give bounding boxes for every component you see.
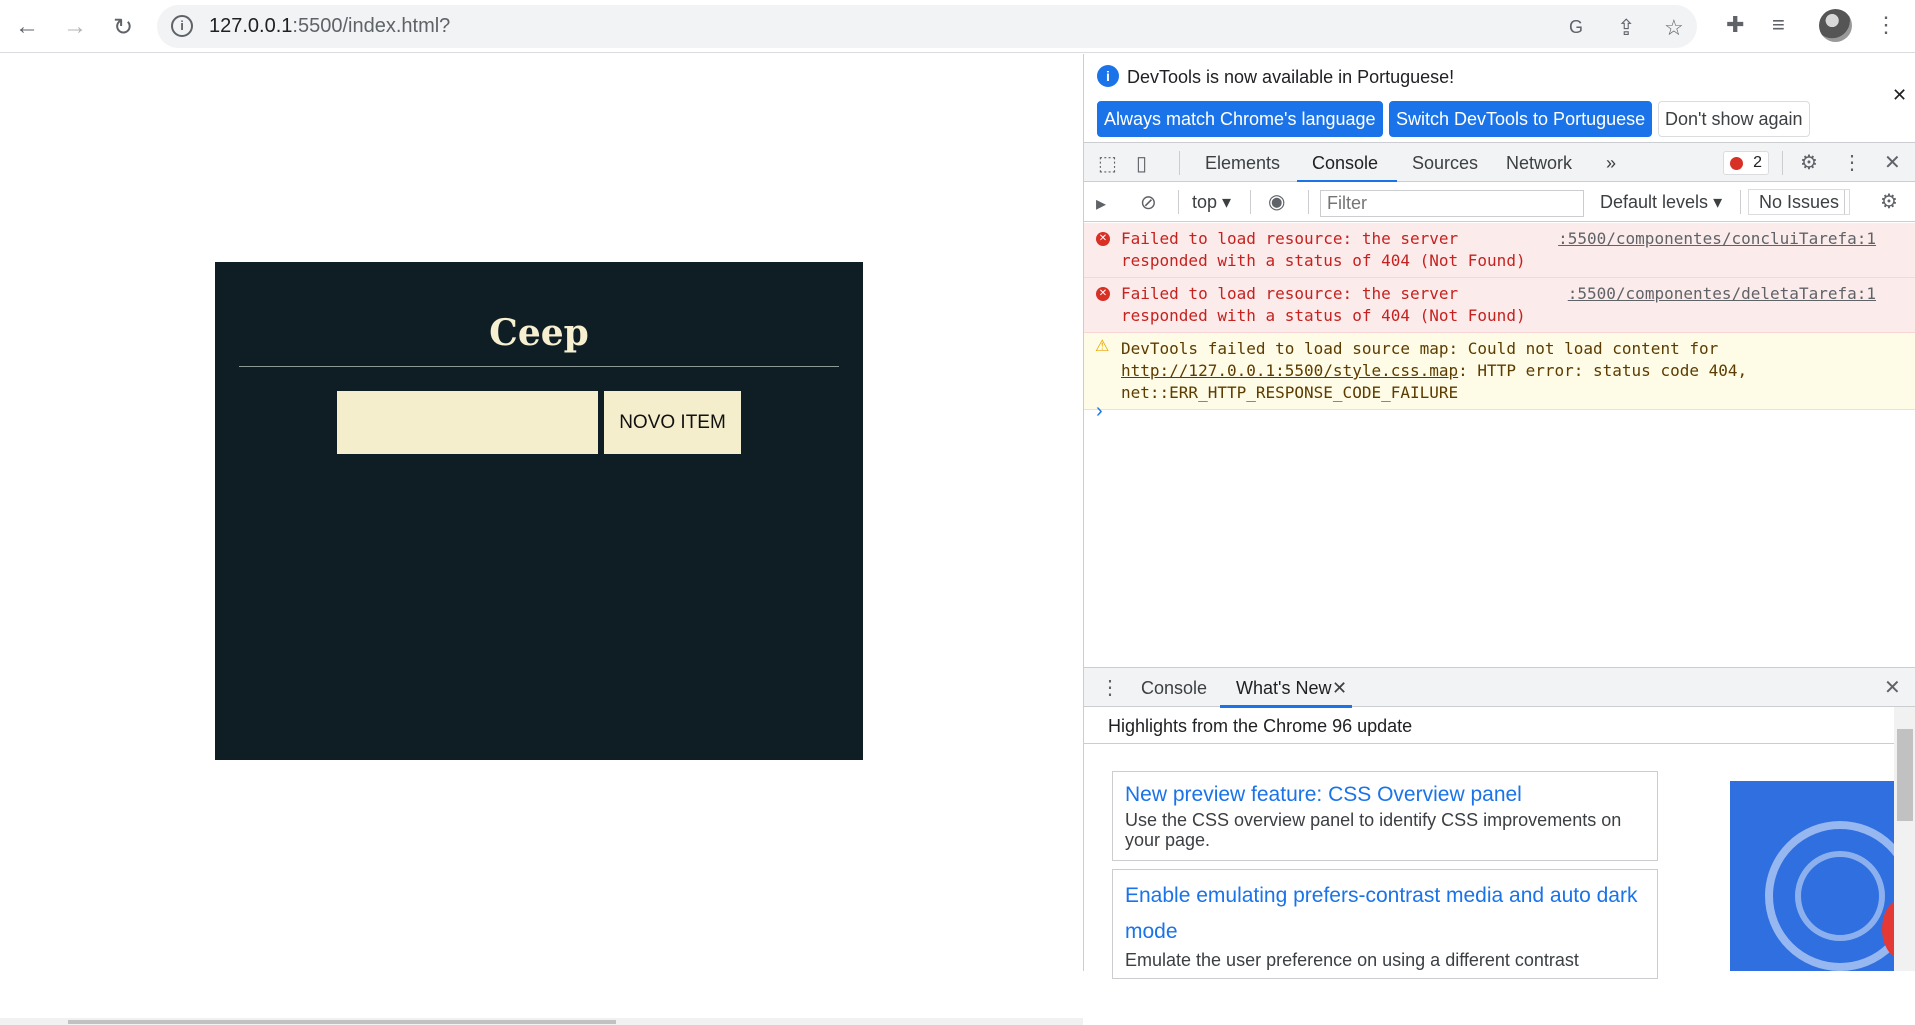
dont-show-again-button[interactable]: Don't show again	[1658, 101, 1810, 137]
separator	[1844, 190, 1845, 214]
close-drawer-icon[interactable]: ✕	[1884, 675, 1901, 700]
banner-message: DevTools is now available in Portuguese!	[1127, 67, 1455, 87]
scrollbar-thumb[interactable]	[1897, 729, 1913, 821]
error-dot-icon	[1730, 157, 1743, 170]
console-prompt-icon[interactable]: ›	[1096, 400, 1103, 423]
console-error-row: ✕ Failed to load resource: the server re…	[1084, 278, 1915, 333]
media-controls-icon[interactable]: ≡	[1772, 12, 1785, 38]
close-tab-icon[interactable]: ✕	[1332, 678, 1347, 699]
issues-button[interactable]: No Issues	[1748, 189, 1851, 215]
console-warning-row: ⚠ DevTools failed to load source map: Co…	[1084, 333, 1915, 410]
drawer-tab-whats-new[interactable]: What's New	[1236, 678, 1331, 699]
separator	[1178, 190, 1179, 214]
log-levels-dropdown[interactable]: Default levels ▾	[1600, 192, 1722, 213]
close-banner-icon[interactable]: ✕	[1892, 85, 1907, 106]
warning-text: DevTools failed to load source map: Coul…	[1121, 339, 1719, 358]
match-language-button[interactable]: Always match Chrome's language	[1097, 101, 1383, 137]
site-info-icon[interactable]: i	[171, 15, 193, 37]
close-devtools-icon[interactable]: ✕	[1884, 150, 1901, 175]
error-count-badge[interactable]: 2	[1723, 151, 1769, 175]
switch-portuguese-button[interactable]: Switch DevTools to Portuguese	[1389, 101, 1653, 137]
language-banner: i DevTools is now available in Portugues…	[1084, 54, 1915, 140]
console-messages: ✕ Failed to load resource: the server re…	[1084, 223, 1915, 410]
share-icon[interactable]: ⇪	[1617, 15, 1635, 41]
devtools-panel: i DevTools is now available in Portugues…	[1083, 54, 1915, 979]
more-tabs-button[interactable]: »	[1606, 153, 1616, 174]
web-page: Ceep NOVO ITEM	[0, 54, 1083, 1025]
error-icon: ✕	[1096, 232, 1110, 246]
console-toolbar: ▸ ⊘ top ▾ ◉ Default levels ▾ No Issues ⚙	[1084, 182, 1915, 222]
drawer-tabs-bar: ⋮ Console What's New ✕ ✕	[1084, 667, 1915, 708]
url-text[interactable]: 127.0.0.1:5500/index.html?	[209, 15, 450, 38]
browser-menu-icon[interactable]: ⋮	[1875, 12, 1897, 38]
whats-new-promo-image	[1730, 781, 1894, 971]
console-settings-icon[interactable]: ⚙	[1880, 189, 1898, 214]
warning-icon: ⚠	[1095, 338, 1110, 355]
new-item-input[interactable]	[337, 391, 598, 454]
tab-elements[interactable]: Elements	[1205, 153, 1280, 174]
console-error-row: ✕ Failed to load resource: the server re…	[1084, 223, 1915, 278]
device-toolbar-icon[interactable]: ▯	[1136, 151, 1147, 176]
tab-sources[interactable]: Sources	[1412, 153, 1478, 174]
tab-console[interactable]: Console	[1312, 153, 1378, 174]
settings-gear-icon[interactable]: ⚙	[1800, 150, 1818, 175]
extensions-icon[interactable]: ✚	[1726, 12, 1744, 38]
app-title: Ceep	[489, 312, 589, 354]
card-description: Use the CSS overview panel to identify C…	[1125, 810, 1622, 850]
address-bar[interactable]: i 127.0.0.1:5500/index.html? G ⇪ ☆	[157, 5, 1697, 48]
browser-toolbar: ← → ↻ i 127.0.0.1:5500/index.html? G ⇪ ☆…	[0, 0, 1915, 53]
whats-new-card[interactable]: New preview feature: CSS Overview panel …	[1112, 771, 1658, 861]
card-title-link[interactable]: Enable emulating prefers-contrast media …	[1125, 878, 1645, 950]
info-icon: i	[1097, 65, 1119, 87]
error-text: Failed to load resource: the server resp…	[1121, 284, 1526, 325]
card-description: Emulate the user preference on using a d…	[1125, 950, 1579, 970]
separator	[1740, 190, 1741, 214]
error-text: Failed to load resource: the server resp…	[1121, 229, 1526, 270]
highlights-heading: Highlights from the Chrome 96 update	[1084, 708, 1915, 744]
ceep-app: Ceep NOVO ITEM	[215, 262, 863, 760]
devtools-tabs-bar: ⬚ ▯ Elements Console Sources Network » 2…	[1084, 142, 1915, 183]
promo-graphic	[1795, 851, 1885, 941]
page-horizontal-scrollbar[interactable]	[0, 1018, 1083, 1025]
forward-button[interactable]: →	[58, 10, 92, 44]
context-selector[interactable]: top ▾	[1192, 192, 1231, 213]
clear-console-icon[interactable]: ⊘	[1140, 190, 1157, 215]
inspect-element-icon[interactable]: ⬚	[1098, 151, 1117, 176]
reload-button[interactable]: ↻	[106, 10, 140, 44]
translate-icon[interactable]: G	[1569, 17, 1583, 38]
tab-network[interactable]: Network	[1506, 153, 1572, 174]
error-source-link[interactable]: :5500/componentes/deletaTarefa:1	[1568, 283, 1876, 305]
sidebar-toggle-icon[interactable]: ▸	[1096, 191, 1106, 216]
new-item-button[interactable]: NOVO ITEM	[604, 391, 741, 454]
bookmark-star-icon[interactable]: ☆	[1664, 15, 1684, 41]
back-button[interactable]: ←	[10, 10, 44, 44]
live-expression-eye-icon[interactable]: ◉	[1268, 189, 1285, 214]
title-divider	[239, 366, 839, 367]
separator	[1250, 190, 1251, 214]
devtools-menu-icon[interactable]: ⋮	[1842, 150, 1862, 175]
drawer-vertical-scrollbar[interactable]	[1894, 707, 1915, 971]
drawer-menu-icon[interactable]: ⋮	[1100, 675, 1120, 700]
profile-avatar[interactable]	[1819, 9, 1852, 42]
scrollbar-thumb[interactable]	[68, 1020, 616, 1024]
error-icon: ✕	[1096, 287, 1110, 301]
card-title-link[interactable]: New preview feature: CSS Overview panel	[1125, 780, 1645, 810]
separator	[1782, 151, 1783, 175]
source-map-link[interactable]: http://127.0.0.1:5500/style.css.map	[1121, 361, 1458, 380]
whats-new-card[interactable]: Enable emulating prefers-contrast media …	[1112, 869, 1658, 979]
console-filter-input[interactable]	[1320, 190, 1584, 217]
error-source-link[interactable]: :5500/componentes/concluiTarefa:1	[1558, 228, 1876, 250]
separator	[1308, 190, 1309, 214]
separator	[1179, 151, 1180, 175]
drawer-tab-console[interactable]: Console	[1141, 678, 1207, 699]
